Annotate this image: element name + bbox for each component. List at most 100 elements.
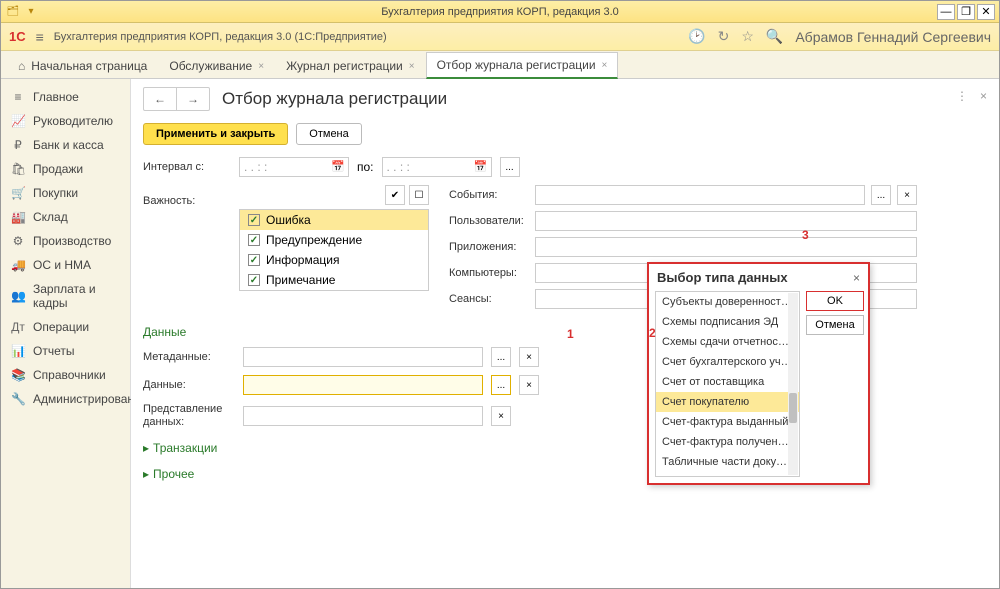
scrollbar[interactable] (788, 293, 798, 475)
data-more[interactable]: ... (491, 375, 511, 395)
data-repr-clear[interactable]: × (491, 406, 511, 426)
forward-button[interactable]: → (177, 88, 209, 110)
check-all-button[interactable]: ✔ (385, 185, 405, 205)
importance-item[interactable]: ✓Предупреждение (240, 230, 428, 250)
close-icon[interactable]: × (258, 61, 264, 72)
sidebar-label: Зарплата и кадры (33, 282, 120, 310)
sidebar-label: ОС и НМА (33, 258, 91, 272)
sidebar-item[interactable]: 🛍Продажи (1, 157, 130, 181)
tab[interactable]: Журнал регистрации× (275, 53, 426, 78)
maximize-button[interactable]: ❐ (957, 4, 975, 20)
close-button[interactable]: ✕ (977, 4, 995, 20)
to-label: по: (357, 160, 374, 174)
importance-item[interactable]: ✓Примечание (240, 270, 428, 290)
user-label[interactable]: Абрамов Геннадий Сергеевич (795, 29, 991, 45)
checkbox-icon[interactable]: ✓ (248, 274, 260, 286)
popup-item[interactable]: Табличные части документов (656, 452, 799, 472)
sidebar-item[interactable]: 🏭Склад (1, 205, 130, 229)
popup-item[interactable]: Схемы сдачи отчетности ФС... (656, 332, 799, 352)
calendar-icon[interactable]: 📅 (474, 160, 488, 173)
events-clear[interactable]: × (897, 185, 917, 205)
type-select-popup: Выбор типа данных × Субъекты доверенност… (647, 262, 870, 485)
data-label: Данные: (143, 379, 235, 391)
page-title: Отбор журнала регистрации (222, 89, 447, 109)
sidebar-icon: ⚙ (11, 234, 25, 248)
uncheck-all-button[interactable]: ☐ (409, 185, 429, 205)
tab[interactable]: Отбор журнала регистрации× (426, 52, 619, 79)
more-icon[interactable]: ⋮ (956, 89, 968, 103)
minimize-button[interactable]: — (937, 4, 955, 20)
popup-item[interactable]: Счет бухгалтерского учета (656, 352, 799, 372)
importance-item[interactable]: ✓Информация (240, 250, 428, 270)
data-repr-input[interactable] (243, 406, 483, 426)
sidebar-item[interactable]: 📊Отчеты (1, 339, 130, 363)
data-repr-label: Представление данных: (143, 403, 235, 429)
popup-item[interactable]: Схемы подписания ЭД (656, 312, 799, 332)
menu-icon[interactable]: ≡ (36, 29, 44, 45)
popup-cancel-button[interactable]: Отмена (806, 315, 864, 335)
popup-item[interactable]: Счет от поставщика (656, 372, 799, 392)
sidebar-icon: 🛒 (11, 186, 25, 200)
checkbox-icon[interactable]: ✓ (248, 234, 260, 246)
sidebar-item[interactable]: 📚Справочники (1, 363, 130, 387)
apps-label: Приложения: (449, 241, 529, 253)
popup-item[interactable]: Счет-фактура выданный (656, 412, 799, 432)
close-page-icon[interactable]: × (980, 89, 987, 103)
popup-list[interactable]: Субъекты доверенности нал...Схемы подпис… (655, 291, 800, 477)
search-icon[interactable]: 🔍 (766, 28, 783, 45)
apply-close-button[interactable]: Применить и закрыть (143, 123, 288, 145)
sidebar-item[interactable]: ⚙ Производство (1, 229, 130, 253)
data-input[interactable] (243, 375, 483, 395)
sidebar-icon: 📊 (11, 344, 25, 358)
popup-item[interactable]: Субъекты доверенности нал... (656, 292, 799, 312)
metadata-clear[interactable]: × (519, 347, 539, 367)
importance-item[interactable]: ✓Ошибка (240, 210, 428, 230)
events-label: События: (449, 189, 529, 201)
sidebar-item[interactable]: 👥Зарплата и кадры (1, 277, 130, 315)
back-button[interactable]: ← (144, 88, 177, 110)
popup-item[interactable]: Счет покупателю (656, 392, 799, 412)
sidebar-item[interactable]: 🛒 Покупки (1, 181, 130, 205)
users-input[interactable] (535, 211, 917, 231)
sidebar-item[interactable]: ₽Банк и касса (1, 133, 130, 157)
cancel-button[interactable]: Отмена (296, 123, 361, 145)
close-icon[interactable]: × (602, 60, 608, 71)
date-to-input[interactable]: . . : :📅 (382, 157, 492, 177)
sidebar-item[interactable]: 📈Руководителю (1, 109, 130, 133)
sidebar-label: Производство (33, 234, 111, 248)
sidebar-item[interactable]: 🚚 ОС и НМА (1, 253, 130, 277)
metadata-input[interactable] (243, 347, 483, 367)
sidebar-label: Операции (33, 320, 89, 334)
checkbox-icon[interactable]: ✓ (248, 214, 260, 226)
callout-1: 1 (567, 327, 574, 341)
sidebar-label: Покупки (33, 186, 78, 200)
metadata-more[interactable]: ... (491, 347, 511, 367)
sidebar-item[interactable]: ≡Главное (1, 85, 130, 109)
events-input[interactable] (535, 185, 865, 205)
data-clear[interactable]: × (519, 375, 539, 395)
interval-more-button[interactable]: ... (500, 157, 520, 177)
popup-close-icon[interactable]: × (853, 271, 860, 285)
refresh-icon[interactable]: ↻ (718, 28, 730, 45)
importance-list[interactable]: ✓Ошибка✓Предупреждение✓Информация✓Примеч… (239, 209, 429, 291)
checkbox-icon[interactable]: ✓ (248, 254, 260, 266)
close-icon[interactable]: × (409, 61, 415, 72)
date-from-input[interactable]: . . : :📅 (239, 157, 349, 177)
sidebar-item[interactable]: 🔧Администрирование (1, 387, 130, 411)
content: ← → Отбор журнала регистрации ⋮ × Примен… (131, 79, 999, 588)
calendar-icon[interactable]: 📅 (331, 160, 345, 173)
favorite-icon[interactable]: ☆ (741, 28, 754, 45)
popup-ok-button[interactable]: OK (806, 291, 864, 311)
sidebar-item[interactable]: ДтОперации (1, 315, 130, 339)
sidebar-icon: 🚚 (11, 258, 25, 272)
importance-label: Важность: (143, 195, 231, 207)
popup-item[interactable]: Счет-фактура полученный (656, 432, 799, 452)
dropdown-icon[interactable]: ▾ (23, 4, 39, 20)
sidebar-label: Руководителю (33, 114, 113, 128)
tab[interactable]: Обслуживание× (158, 53, 275, 78)
popup-item[interactable]: Таможенная декларация (экс... (656, 472, 799, 477)
apps-input[interactable] (535, 237, 917, 257)
history-icon[interactable]: 🕑 (688, 28, 705, 45)
events-more[interactable]: ... (871, 185, 891, 205)
tab[interactable]: ⌂Начальная страница (7, 53, 158, 78)
